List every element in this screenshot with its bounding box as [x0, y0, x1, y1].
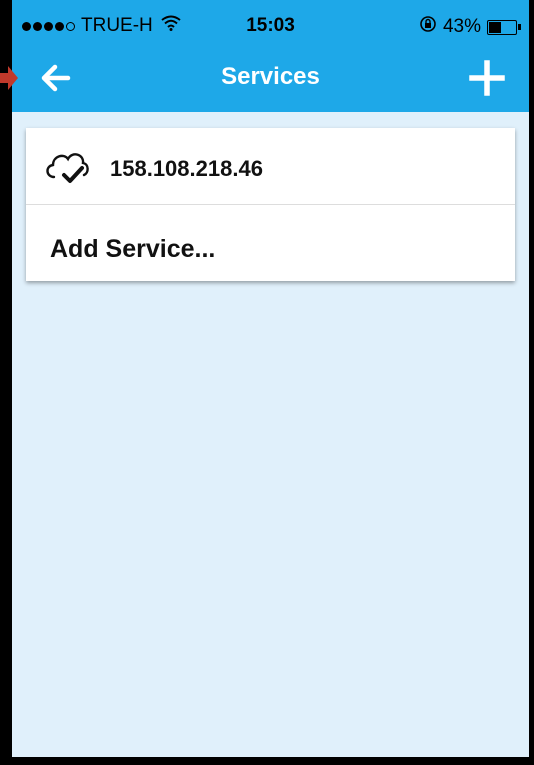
- service-row[interactable]: 158.108.218.46: [26, 128, 515, 205]
- page-title: Services: [221, 63, 320, 90]
- plus-icon: [469, 60, 505, 96]
- app-screen: TRUE-H 15:03 43% Services 158.108.218.46…: [12, 0, 529, 757]
- status-bar: TRUE-H 15:03 43%: [12, 0, 529, 48]
- battery-icon: [487, 19, 521, 35]
- add-service-button[interactable]: [467, 58, 507, 98]
- service-address: 158.108.218.46: [110, 156, 263, 181]
- nav-bar: TRUE-H 15:03 43% Services: [12, 0, 529, 112]
- add-service-row[interactable]: Add Service...: [26, 205, 515, 281]
- cloud-check-icon: [42, 146, 94, 186]
- battery-fill: [489, 21, 502, 33]
- battery-percent: 43%: [442, 16, 481, 37]
- device-frame: TRUE-H 15:03 43% Services 158.108.218.46…: [0, 0, 534, 765]
- services-list: 158.108.218.46 Add Service...: [26, 128, 515, 281]
- status-right: 43%: [419, 15, 521, 39]
- add-service-label: Add Service...: [50, 235, 216, 263]
- rotation-lock-icon: [419, 15, 437, 39]
- annotation-arrow-icon: [0, 66, 18, 90]
